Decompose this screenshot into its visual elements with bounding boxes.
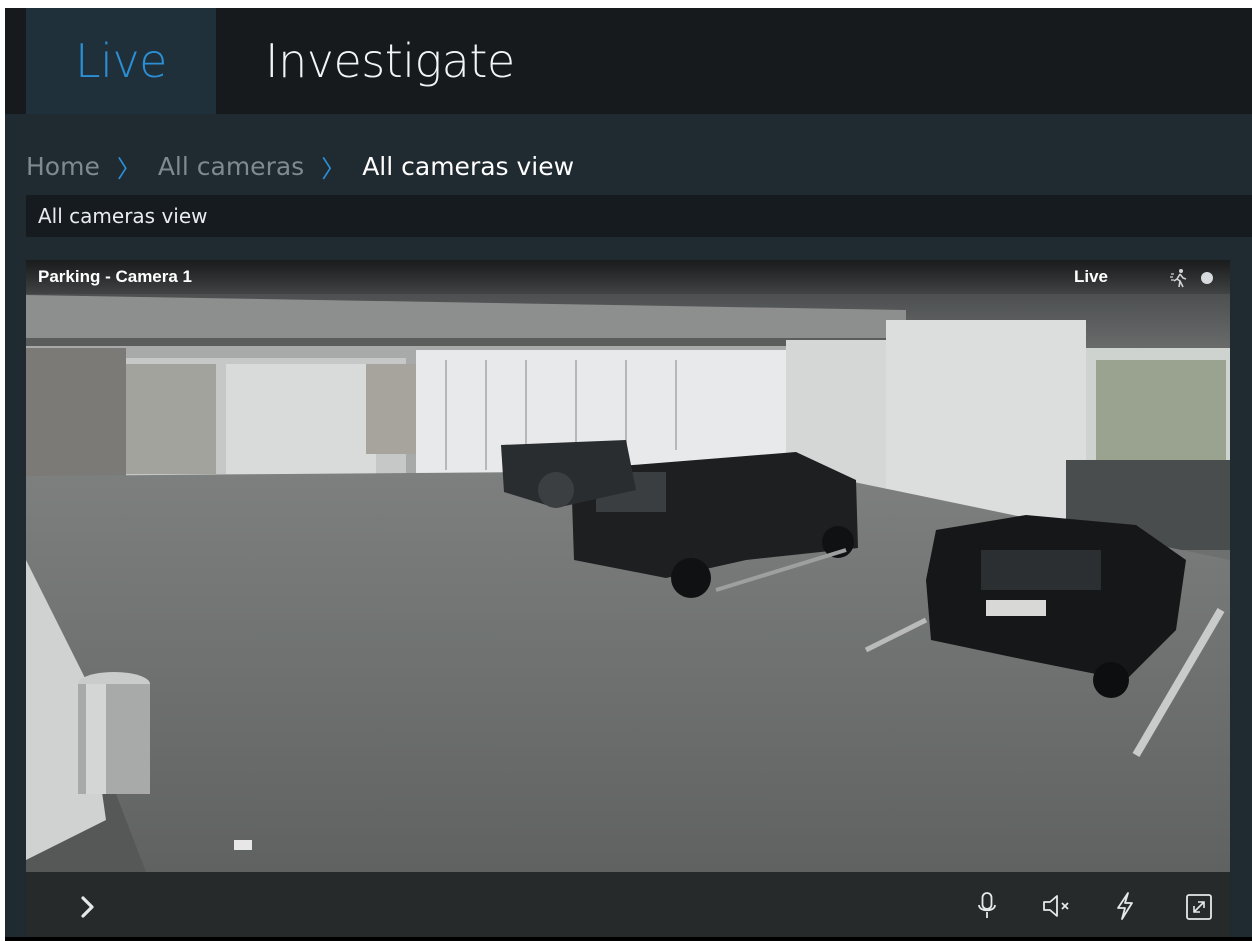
camera-controls-bar (26, 872, 1230, 941)
recording-indicator-icon (1201, 272, 1213, 284)
chevron-right-icon[interactable] (76, 892, 100, 922)
camera-tile[interactable]: Parking - Camera 1 Live (26, 260, 1230, 941)
camera-header (26, 260, 1230, 294)
camera-live-status: Live (1074, 267, 1109, 286)
breadcrumb-separator: 〉 (116, 154, 141, 183)
view-title: All cameras view (38, 204, 208, 228)
top-navigation-bar: Live Investigate (5, 8, 1252, 114)
breadcrumb-current: All cameras view (362, 151, 575, 181)
camera-name: Parking - Camera 1 (38, 267, 193, 286)
breadcrumb-home[interactable]: Home (26, 152, 100, 181)
motion-detection-icon (1170, 269, 1187, 288)
breadcrumb-separator: 〉 (321, 154, 346, 183)
microphone-icon[interactable] (974, 890, 1000, 922)
tab-investigate[interactable]: Investigate (216, 8, 576, 114)
bottom-edge (5, 937, 1252, 941)
breadcrumb-all-cameras[interactable]: All cameras (158, 152, 304, 181)
tab-investigate-label: Investigate (265, 34, 515, 88)
vms-app: Live Investigate Home 〉 All cameras 〉 Al… (5, 8, 1252, 941)
camera-video-feed (26, 260, 1230, 872)
fullscreen-icon[interactable] (1184, 892, 1214, 922)
tab-live-label: Live (75, 34, 167, 88)
tab-live[interactable]: Live (26, 8, 216, 114)
lightning-icon[interactable] (1113, 890, 1137, 922)
speaker-muted-icon[interactable] (1040, 892, 1074, 920)
breadcrumb: Home 〉 All cameras 〉 All cameras view (26, 146, 574, 186)
view-title-bar: All cameras view (26, 195, 1252, 237)
